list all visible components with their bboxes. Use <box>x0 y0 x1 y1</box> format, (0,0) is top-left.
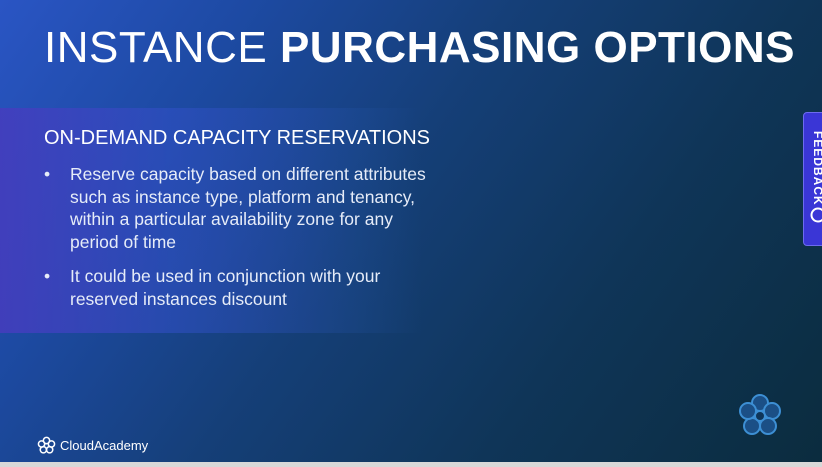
cloudacademy-logo-icon <box>37 436 56 454</box>
bullet-symbol: • <box>44 266 51 286</box>
presentation-slide: INSTANCE PURCHASING OPTIONS ON-DEMAND CA… <box>0 0 822 467</box>
cloudacademy-mark-icon <box>739 394 781 435</box>
bullet-text: It could be used in conjunction with you… <box>70 266 381 309</box>
feedback-label: FEEDBACK <box>811 131 822 206</box>
brand-footer: CloudAcademy <box>37 435 148 455</box>
bullet-symbol: • <box>44 164 51 184</box>
slide-title-light: INSTANCE <box>44 23 268 72</box>
slide-title: INSTANCE PURCHASING OPTIONS <box>44 22 795 74</box>
slide-title-bold: PURCHASING OPTIONS <box>279 23 795 72</box>
bottom-strip <box>0 462 822 467</box>
bullet-item: • It could be used in conjunction with y… <box>44 265 444 310</box>
section-heading: ON-DEMAND CAPACITY RESERVATIONS <box>44 127 430 149</box>
feedback-icon <box>810 207 822 223</box>
feedback-tab[interactable]: FEEDBACK <box>803 112 822 246</box>
brand-name: CloudAcademy <box>60 437 149 453</box>
bullet-text: Reserve capacity based on different attr… <box>70 164 426 252</box>
bullet-item: • Reserve capacity based on different at… <box>44 163 444 253</box>
bullet-list: • Reserve capacity based on different at… <box>44 163 444 322</box>
